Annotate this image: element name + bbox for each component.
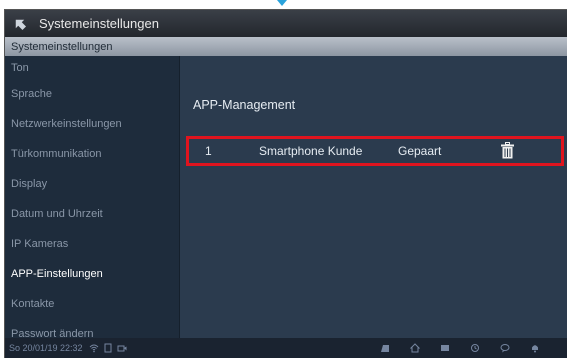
sidebar: Ton Sprache Netzwerkeinstellungen Türkom… — [5, 56, 180, 340]
camera-icon — [117, 345, 127, 352]
trash-icon — [501, 142, 514, 159]
title-bar: Systemeinstellungen — [5, 10, 567, 37]
pairing-status: Gepaart — [398, 144, 442, 158]
main-content: APP-Management 1 Smartphone Kunde Gepaar… — [182, 56, 567, 339]
status-bar: So 20/01/19 22:32 — [5, 338, 567, 358]
sidebar-item-tuerkommunikation[interactable]: Türkommunikation — [5, 139, 179, 169]
home-icon[interactable] — [410, 343, 420, 353]
sidebar-item-display[interactable]: Display — [5, 169, 179, 199]
sidebar-item-sprache[interactable]: Sprache — [5, 79, 179, 109]
door-icon[interactable] — [380, 343, 390, 353]
datetime: So 20/01/19 22:32 — [9, 343, 83, 353]
top-marker — [277, 0, 287, 6]
bell-icon[interactable] — [530, 343, 540, 353]
back-button[interactable] — [5, 10, 35, 37]
wifi-icon — [89, 344, 98, 353]
sidebar-item-ip-kameras[interactable]: IP Kameras — [5, 229, 179, 259]
row-number: 1 — [205, 144, 212, 158]
page-title: Systemeinstellungen — [39, 16, 159, 31]
sidebar-item-ton[interactable]: Ton — [5, 56, 179, 79]
back-arrow-icon — [15, 19, 27, 30]
history-icon[interactable] — [470, 343, 480, 353]
door-icon — [104, 343, 112, 353]
mail-icon[interactable] — [440, 343, 450, 353]
device-name: Smartphone Kunde — [259, 144, 363, 158]
sidebar-item-netzwerk[interactable]: Netzwerkeinstellungen — [5, 109, 179, 139]
sidebar-item-app-einstellungen[interactable]: APP-Einstellungen — [5, 259, 179, 289]
sidebar-item-datum[interactable]: Datum und Uhrzeit — [5, 199, 179, 229]
device-screen: Systemeinstellungen Systemeinstellungen … — [4, 9, 567, 358]
breadcrumb-label: Systemeinstellungen — [11, 40, 113, 53]
section-title: APP-Management — [193, 98, 296, 112]
breadcrumb: Systemeinstellungen — [5, 37, 567, 56]
delete-button[interactable] — [501, 142, 514, 162]
app-row[interactable]: 1 Smartphone Kunde Gepaart — [186, 136, 564, 166]
sidebar-item-kontakte[interactable]: Kontakte — [5, 289, 179, 319]
chat-icon[interactable] — [500, 343, 510, 353]
